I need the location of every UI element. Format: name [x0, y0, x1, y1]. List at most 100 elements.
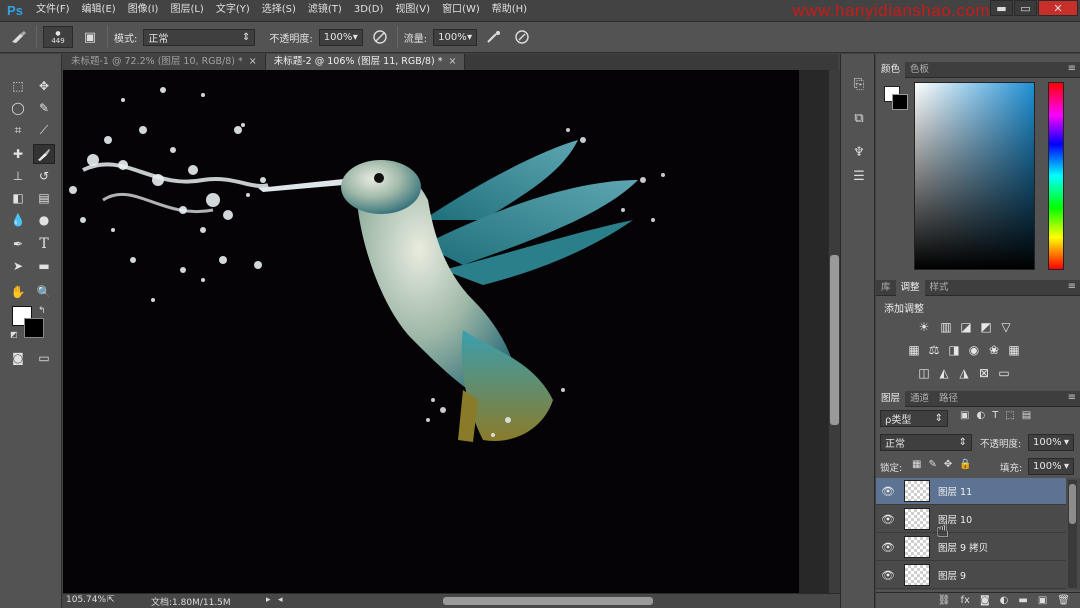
vibrance-icon[interactable]: ▽: [998, 320, 1014, 334]
tab-layers[interactable]: 图层: [876, 390, 906, 407]
gradient-tool-icon[interactable]: ▤: [33, 188, 55, 208]
filter-shape-icon[interactable]: ⬚: [1005, 410, 1014, 421]
pressure-size-icon[interactable]: [511, 26, 533, 48]
link-icon[interactable]: ⛓: [938, 595, 951, 606]
mask-icon[interactable]: ◙: [980, 595, 990, 606]
levels-icon[interactable]: ▥: [938, 320, 954, 334]
menu-layer[interactable]: 图层(L): [164, 0, 209, 20]
tab-close-icon[interactable]: ×: [448, 56, 456, 67]
hand-tool-icon[interactable]: ✋: [7, 282, 29, 302]
history-panel-icon[interactable]: ⎘: [848, 74, 870, 94]
menu-view[interactable]: 视图(V): [389, 0, 436, 20]
panel-menu-icon[interactable]: ≡: [1068, 392, 1076, 403]
pen-tool-icon[interactable]: ✒: [7, 234, 29, 254]
menu-select[interactable]: 选择(S): [256, 0, 302, 20]
lock-position-icon[interactable]: ✥: [944, 459, 952, 470]
tab-swatches[interactable]: 色板: [905, 62, 934, 78]
brush-tool-preset-icon[interactable]: [8, 26, 30, 48]
menu-file[interactable]: 文件(F): [30, 0, 76, 20]
trash-icon[interactable]: 🗑: [1057, 595, 1070, 606]
menu-type[interactable]: 文字(Y): [210, 0, 256, 20]
layers-scrollbar[interactable]: [1068, 480, 1077, 588]
lock-all-icon[interactable]: 🔒: [959, 459, 971, 470]
doc-tab-1[interactable]: 未标题-1 @ 72.2% (图层 10, RGB/8) * ×: [63, 54, 266, 70]
brush-panel-toggle-icon[interactable]: ▣: [79, 26, 101, 48]
fill-field[interactable]: 100% ▾: [1028, 458, 1074, 475]
adjustment-icon[interactable]: ◐: [1000, 595, 1009, 606]
exposure-icon[interactable]: ◩: [978, 320, 994, 334]
minimize-button[interactable]: ▬: [990, 0, 1013, 16]
menu-image[interactable]: 图像(I): [122, 0, 165, 20]
layer-filter-select[interactable]: ρ类型 ⇕: [880, 410, 948, 427]
filter-adjust-icon[interactable]: ◐: [976, 410, 985, 421]
panel-menu-icon[interactable]: ≡: [1068, 63, 1076, 74]
new-layer-icon[interactable]: ▣: [1038, 595, 1047, 606]
tab-adjustments[interactable]: 调整: [895, 279, 925, 296]
color-lookup-icon[interactable]: ▦: [1006, 343, 1022, 357]
zoom-level[interactable]: 105.74%: [66, 595, 106, 605]
tab-channels[interactable]: 通道: [905, 391, 934, 407]
layer-row[interactable]: 👁 图层 9: [876, 562, 1066, 589]
layer-row[interactable]: 👁 图层 10: [876, 506, 1066, 533]
close-button[interactable]: ✕: [1038, 0, 1078, 16]
lock-pixels-icon[interactable]: ✎: [928, 459, 936, 470]
threshold-icon[interactable]: ◮: [956, 366, 972, 380]
visibility-eye-icon[interactable]: 👁: [876, 541, 900, 554]
move-tool-icon[interactable]: ✥: [33, 76, 55, 96]
color-balance-icon[interactable]: ⚖: [926, 343, 942, 357]
photo-filter-icon[interactable]: ◉: [966, 343, 982, 357]
pressure-opacity-icon[interactable]: [369, 26, 391, 48]
black-white-icon[interactable]: ◨: [946, 343, 962, 357]
airbrush-icon[interactable]: [483, 26, 505, 48]
share-icon[interactable]: ⇱: [107, 595, 115, 605]
panel-menu-icon[interactable]: ≡: [1068, 281, 1076, 292]
clone-source-icon[interactable]: ⧉: [848, 108, 870, 128]
filter-smart-icon[interactable]: ▤: [1022, 410, 1031, 421]
eyedropper-tool-icon[interactable]: ⟋: [33, 120, 55, 140]
vertical-scrollbar[interactable]: [828, 70, 840, 593]
visibility-eye-icon[interactable]: 👁: [876, 485, 900, 498]
posterize-icon[interactable]: ◭: [936, 366, 952, 380]
color-field[interactable]: [914, 82, 1035, 270]
filter-pixel-icon[interactable]: ▣: [960, 410, 969, 421]
brush-presets-icon[interactable]: ♆: [848, 142, 870, 162]
history-brush-tool-icon[interactable]: ↺: [33, 166, 55, 186]
horizontal-scroll-thumb[interactable]: [443, 597, 653, 605]
brush-tool-icon[interactable]: [33, 144, 55, 164]
healing-brush-tool-icon[interactable]: ✚: [7, 144, 29, 164]
marquee-tool-icon[interactable]: ⬚: [7, 76, 29, 96]
scroll-left-icon[interactable]: ◂: [278, 595, 283, 605]
blend-mode-select[interactable]: 正常 ⇕: [880, 434, 972, 451]
menu-filter[interactable]: 滤镜(T): [302, 0, 348, 20]
visibility-eye-icon[interactable]: 👁: [876, 569, 900, 582]
tab-paths[interactable]: 路径: [934, 391, 963, 407]
default-colors-icon[interactable]: ◩: [10, 330, 18, 339]
menu-help[interactable]: 帮助(H): [486, 0, 533, 20]
vertical-scroll-thumb[interactable]: [830, 255, 839, 425]
document-canvas[interactable]: [63, 70, 799, 593]
clone-stamp-tool-icon[interactable]: ⊥: [7, 166, 29, 186]
brush-size-picker[interactable]: ● 449: [43, 26, 73, 48]
quick-mask-icon[interactable]: ◙: [7, 348, 29, 368]
screen-mode-icon[interactable]: ▭: [33, 348, 55, 368]
properties-icon[interactable]: ☰: [848, 166, 870, 186]
hue-sat-icon[interactable]: ▦: [906, 343, 922, 357]
invert-icon[interactable]: ◫: [916, 366, 932, 380]
mode-select[interactable]: 正常 ⇕: [143, 28, 256, 46]
group-icon[interactable]: ▬: [1018, 595, 1027, 606]
doc-tab-2[interactable]: 未标题-2 @ 106% (图层 11, RGB/8) * ×: [265, 54, 466, 70]
quick-select-tool-icon[interactable]: ✎: [33, 98, 55, 118]
channel-mixer-icon[interactable]: ❀: [986, 343, 1002, 357]
flow-field[interactable]: 100% ▾: [433, 28, 478, 46]
path-select-tool-icon[interactable]: ➤: [7, 256, 29, 276]
background-color-swatch[interactable]: [24, 318, 44, 338]
menu-edit[interactable]: 编辑(E): [76, 0, 122, 20]
bg-swatch[interactable]: [892, 94, 908, 110]
tab-close-icon[interactable]: ×: [249, 56, 257, 67]
layers-scroll-thumb[interactable]: [1069, 484, 1076, 524]
visibility-eye-icon[interactable]: 👁: [876, 513, 900, 526]
zoom-tool-icon[interactable]: 🔍: [33, 282, 55, 302]
layer-opacity-field[interactable]: 100% ▾: [1028, 434, 1074, 451]
crop-tool-icon[interactable]: ⌗: [7, 120, 29, 140]
canvas-area[interactable]: [63, 70, 828, 593]
